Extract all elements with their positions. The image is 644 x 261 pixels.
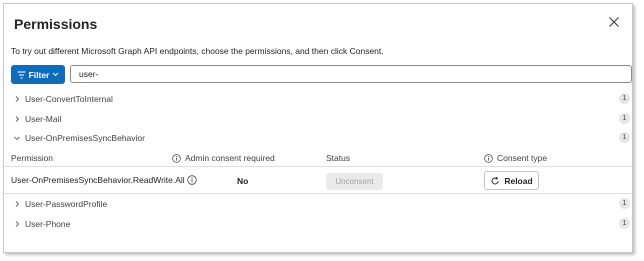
filter-lines-icon bbox=[17, 71, 26, 79]
permission-name: User-OnPremisesSyncBehavior.ReadWrite.Al… bbox=[11, 175, 185, 185]
column-header-label: Consent type bbox=[497, 153, 548, 163]
chevron-right-icon bbox=[11, 218, 23, 230]
group-row[interactable]: User-Phone 1 bbox=[11, 216, 632, 232]
group-row[interactable]: User-Mail 1 bbox=[11, 111, 632, 127]
reload-icon bbox=[491, 176, 499, 184]
info-icon bbox=[172, 153, 181, 163]
admin-consent-value: No bbox=[237, 176, 249, 186]
permissions-dialog: Permissions To try out different Microso… bbox=[3, 3, 633, 253]
group-row[interactable]: User-PasswordProfile 1 bbox=[11, 196, 632, 212]
chevron-down-icon bbox=[52, 72, 59, 77]
group-name: User-ConvertToInternal bbox=[25, 94, 113, 104]
filter-label: Filter bbox=[28, 69, 50, 80]
count-badge: 1 bbox=[619, 93, 630, 104]
chevron-down-icon bbox=[11, 132, 23, 144]
divider bbox=[4, 166, 632, 167]
column-header-admin-consent: Admin consent required bbox=[172, 153, 275, 163]
dialog-title: Permissions bbox=[14, 16, 98, 32]
count-badge: 1 bbox=[619, 198, 630, 209]
group-name: User-Phone bbox=[25, 219, 71, 229]
filter-button[interactable]: Filter bbox=[11, 65, 65, 84]
close-icon[interactable] bbox=[606, 14, 622, 30]
column-header-consent-type: Consent type bbox=[484, 153, 547, 163]
chevron-right-icon bbox=[11, 198, 23, 210]
group-name: User-PasswordProfile bbox=[25, 199, 108, 209]
group-name: User-OnPremisesSyncBehavior bbox=[25, 133, 145, 143]
column-header-label: Admin consent required bbox=[185, 153, 275, 163]
column-header-label: Status bbox=[326, 153, 351, 163]
reload-button[interactable]: Reload bbox=[484, 171, 539, 190]
info-icon bbox=[484, 153, 493, 163]
group-row-expanded[interactable]: User-OnPremisesSyncBehavior 1 bbox=[11, 130, 632, 146]
divider bbox=[4, 193, 632, 194]
dialog-subtitle: To try out different Microsoft Graph API… bbox=[11, 46, 384, 56]
count-badge: 1 bbox=[619, 132, 630, 143]
group-row[interactable]: User-ConvertToInternal 1 bbox=[11, 91, 632, 107]
search-input[interactable] bbox=[70, 65, 632, 83]
chevron-right-icon bbox=[11, 113, 23, 125]
chevron-right-icon bbox=[11, 93, 23, 105]
column-header-status: Status bbox=[326, 153, 350, 163]
column-header-permission: Permission bbox=[11, 153, 53, 163]
reload-label: Reload bbox=[504, 175, 533, 186]
group-name: User-Mail bbox=[25, 114, 62, 124]
info-icon[interactable] bbox=[186, 175, 197, 185]
column-header-label: Permission bbox=[11, 153, 54, 163]
count-badge: 1 bbox=[619, 218, 630, 229]
count-badge: 1 bbox=[619, 113, 630, 124]
unconsent-button[interactable]: Unconsent bbox=[326, 173, 383, 190]
permission-cell: User-OnPremisesSyncBehavior.ReadWrite.Al… bbox=[11, 175, 197, 185]
